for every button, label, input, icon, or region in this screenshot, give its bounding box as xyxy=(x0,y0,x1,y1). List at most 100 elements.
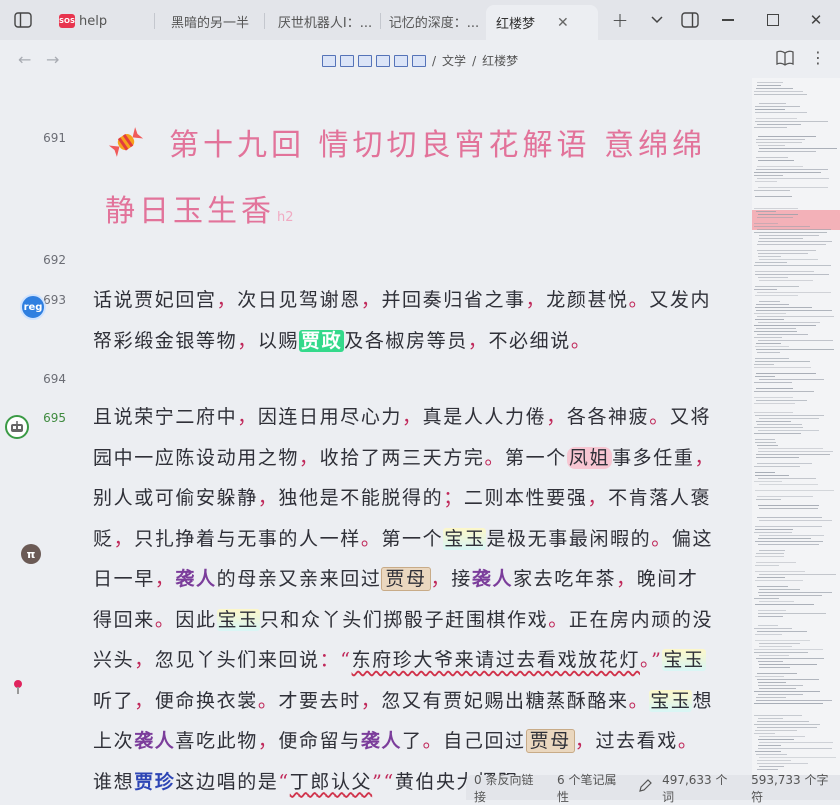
minimap-line xyxy=(754,703,823,704)
punct: 。 xyxy=(628,689,650,712)
highlight-name[interactable]: 袭人 xyxy=(134,730,175,752)
minimap-line xyxy=(756,562,796,563)
breadcrumb-file[interactable]: 红楼梦 xyxy=(482,52,518,69)
text-run: 各各神疲 xyxy=(566,406,650,428)
minimap-line xyxy=(757,631,807,632)
highlight-name[interactable]: 凤姐 xyxy=(566,446,613,469)
highlight-name[interactable]: 贾母 xyxy=(381,567,431,591)
minimap-line xyxy=(754,466,800,467)
highlight-name[interactable]: 袭人 xyxy=(175,568,216,590)
punct: ， xyxy=(257,730,279,752)
text-run: 不必细说 xyxy=(488,329,571,352)
line-number: 691 xyxy=(43,131,66,145)
minimap-line xyxy=(755,439,775,440)
minimap-line xyxy=(754,412,793,413)
text-run: 独他是不能脱得的 xyxy=(278,487,444,509)
minimap-line xyxy=(755,121,828,122)
line-number: 692 xyxy=(43,253,66,267)
minimap-line xyxy=(758,592,832,593)
pin-stem xyxy=(17,687,19,694)
minimap-line xyxy=(754,628,792,629)
text-run: 了 xyxy=(402,730,423,752)
paragraph-695: 且说荣宁二府中，因连日用尽心力，真是人人力倦，各各神疲。又将园中一应陈设动用之物… xyxy=(93,397,718,802)
minimap[interactable] xyxy=(752,78,840,800)
highlight-name[interactable]: 贾政 xyxy=(299,329,345,352)
highlight-name[interactable]: 宝玉 xyxy=(216,608,260,631)
tab-active-hongloumeng[interactable]: 红楼梦 ✕ xyxy=(486,5,598,40)
minimap-line xyxy=(755,490,834,491)
minimap-line xyxy=(756,343,781,344)
minimap-line xyxy=(756,457,799,458)
minimap-line xyxy=(754,265,831,266)
book-icon xyxy=(412,54,426,67)
tab-label: 记忆的深度：... xyxy=(388,15,480,31)
minimap-viewport[interactable] xyxy=(752,210,840,230)
breadcrumb: / 文学 / 红楼梦 xyxy=(322,52,518,69)
note-properties-count[interactable]: 6 个笔记属性 xyxy=(557,771,628,805)
minimap-line xyxy=(759,736,805,737)
highlight-name[interactable]: 贾珍 xyxy=(134,771,175,793)
minimize-icon[interactable] xyxy=(715,8,741,32)
minimap-line xyxy=(758,505,819,506)
punct: 。 xyxy=(649,406,670,428)
book-icon xyxy=(340,54,354,67)
minimap-line xyxy=(756,211,776,212)
highlight-name[interactable]: 袭人 xyxy=(472,568,513,590)
minimap-line xyxy=(756,169,828,170)
reading-mode-icon[interactable] xyxy=(776,50,794,70)
tab-book-2[interactable]: 厌世机器人I：... xyxy=(270,6,380,36)
minimap-line xyxy=(754,382,792,383)
minimap-line xyxy=(758,745,781,746)
text-run: 因此 xyxy=(175,608,217,631)
minimap-line xyxy=(755,751,781,752)
minimap-line xyxy=(755,556,784,557)
highlight-name[interactable]: 袭人 xyxy=(361,730,402,752)
punct: 。 xyxy=(677,730,699,752)
maximize-icon[interactable] xyxy=(760,8,786,32)
chevron-down-icon[interactable] xyxy=(644,8,670,32)
minimap-line xyxy=(758,682,786,683)
back-arrow-icon[interactable]: ← xyxy=(18,50,31,69)
minimap-line xyxy=(754,226,810,227)
reg-plugin-icon[interactable]: reg xyxy=(20,294,46,320)
minimap-line xyxy=(755,346,789,347)
tab-book-3[interactable]: 记忆的深度：... xyxy=(384,6,484,36)
robot-avatar-icon[interactable] xyxy=(5,415,29,439)
paragraph-693: 话说贾妃回宫，次日见驾谢恩，并回奏归省之事，龙颜甚悦。又发内帑彩缎金银等物，以赐… xyxy=(93,280,718,361)
highlight-name[interactable]: 宝玉 xyxy=(443,527,487,550)
highlight-name[interactable]: 宝玉 xyxy=(662,649,706,671)
breadcrumb-folder[interactable]: 文学 xyxy=(442,52,466,69)
more-options-icon[interactable]: ⋮ xyxy=(810,48,827,67)
minimap-line xyxy=(756,88,793,89)
minimap-line xyxy=(756,697,786,698)
minimap-line xyxy=(754,652,808,653)
pi-marker-icon[interactable]: π xyxy=(21,544,41,564)
minimap-line xyxy=(754,649,823,650)
text-run: 听了 xyxy=(93,689,135,712)
text-run: 且说荣宁二府中 xyxy=(93,406,238,428)
right-sidebar-toggle-icon[interactable] xyxy=(677,8,703,32)
punct: ， xyxy=(154,568,176,590)
new-tab-icon[interactable]: + xyxy=(607,8,633,32)
minimap-line xyxy=(759,520,832,521)
highlight-name[interactable]: 宝玉 xyxy=(649,689,693,712)
punct: 。 xyxy=(651,527,672,550)
highlight-name[interactable]: 贾母 xyxy=(525,729,575,753)
close-tab-icon[interactable]: ✕ xyxy=(557,15,569,31)
punct: ， xyxy=(360,289,382,311)
punct: ， xyxy=(616,568,637,590)
text-run: 便命换衣裳 xyxy=(154,689,258,712)
close-window-icon[interactable]: ✕ xyxy=(803,8,829,32)
text-run: 只和众丫头们掷骰子赶围棋作戏 xyxy=(259,608,549,631)
tab-help[interactable]: SOS help xyxy=(52,6,152,36)
forward-arrow-icon[interactable]: → xyxy=(46,50,59,69)
backlinks-count[interactable]: 0 条反向链接 xyxy=(474,771,545,805)
sidebar-toggle-icon[interactable] xyxy=(10,8,36,32)
edit-pencil-icon[interactable] xyxy=(638,779,652,796)
tab-book-1[interactable]: 黑暗的另一半 xyxy=(160,6,260,36)
text-run: 便命留与 xyxy=(278,730,361,752)
sos-badge-icon: SOS xyxy=(59,14,75,28)
minimap-line xyxy=(758,187,828,188)
text-run: 因连日用尽心力 xyxy=(257,406,403,428)
minimap-line xyxy=(754,175,783,176)
